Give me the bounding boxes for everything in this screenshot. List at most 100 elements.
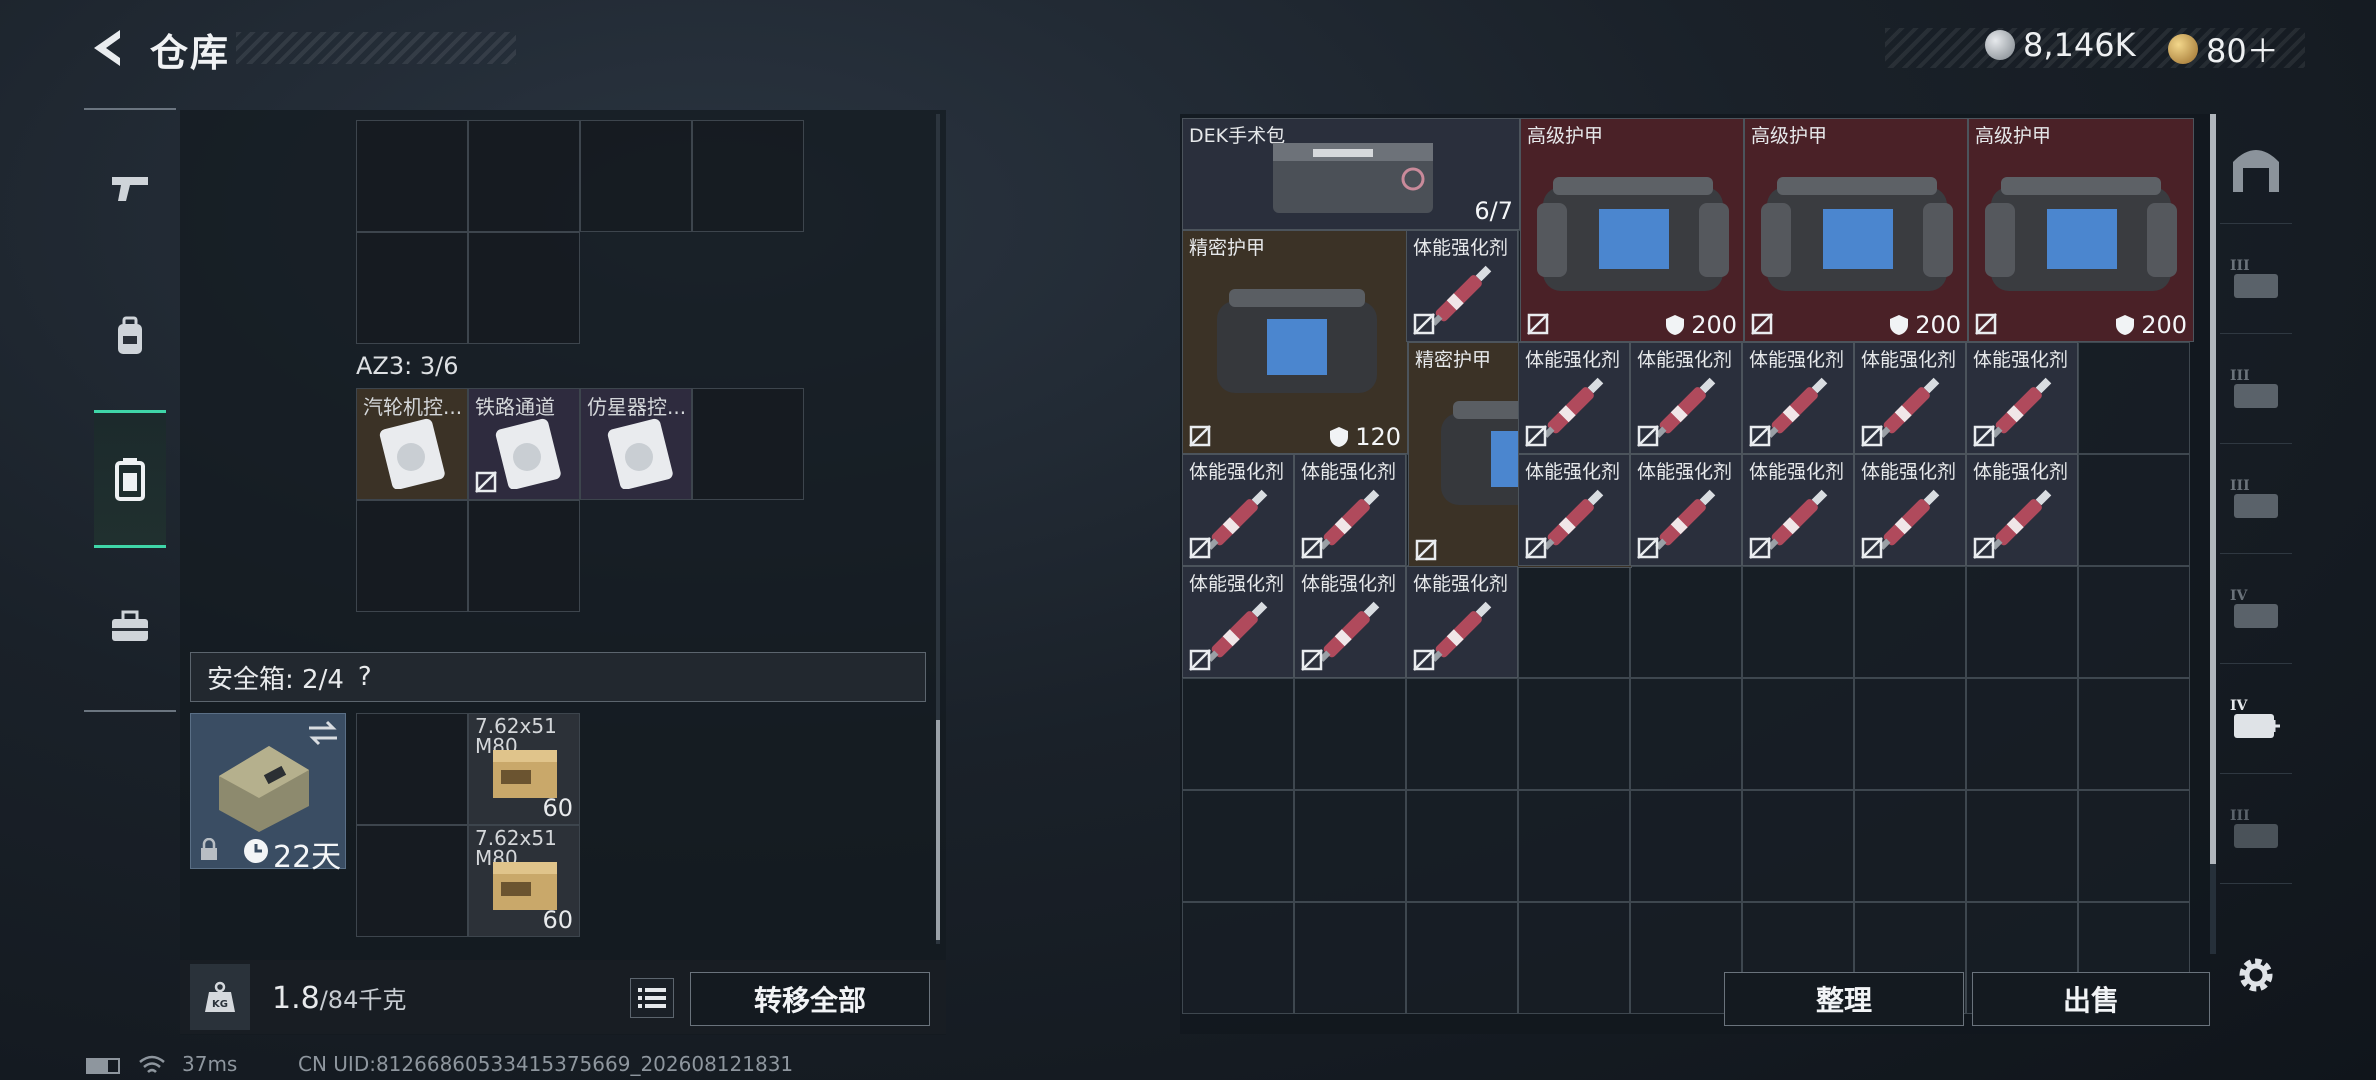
sell-button[interactable]: 出售 xyxy=(1972,972,2210,1026)
no-trade-icon xyxy=(1975,313,1997,335)
safe-box-item[interactable]: 22天 xyxy=(190,713,346,875)
shield-icon xyxy=(2116,315,2135,335)
left-scroll-thumb[interactable] xyxy=(936,720,940,940)
storage-slot[interactable] xyxy=(1742,790,1854,902)
storage-slot[interactable] xyxy=(1966,678,2078,790)
storage-slot[interactable] xyxy=(1406,902,1518,1014)
item-stim[interactable]: 体能强化剂 xyxy=(1406,230,1518,342)
item-stim[interactable]: 体能强化剂 xyxy=(1406,566,1518,678)
item-stim[interactable]: 体能强化剂 xyxy=(1518,342,1630,454)
storage-slot[interactable] xyxy=(2078,342,2190,454)
item-armor-high[interactable]: 高级护甲 200 xyxy=(1520,118,1744,342)
nav-backpack[interactable] xyxy=(94,300,166,372)
nav-weapon[interactable] xyxy=(94,152,166,224)
storage-slot[interactable] xyxy=(2078,566,2190,678)
help-button[interactable]: ? xyxy=(358,662,372,692)
item-dek-surgery-kit[interactable]: DEK手术包 6/7 xyxy=(1182,118,1520,230)
item-slot-railway[interactable]: 铁路通道 xyxy=(468,388,580,500)
container-tab-4a[interactable]: IV xyxy=(2220,554,2292,664)
storage-slot[interactable] xyxy=(2078,678,2190,790)
storage-slot[interactable] xyxy=(1630,678,1742,790)
container-tab-storage[interactable] xyxy=(2220,114,2292,224)
item-stim[interactable]: 体能强化剂 xyxy=(1294,454,1406,566)
item-slot-stellarator[interactable]: 仿星器控... xyxy=(580,388,692,500)
item-armor-high[interactable]: 高级护甲 200 xyxy=(1968,118,2194,342)
grid-slot[interactable] xyxy=(692,120,804,232)
item-stim[interactable]: 体能强化剂 xyxy=(1966,342,2078,454)
storage-slot[interactable] xyxy=(1182,790,1294,902)
storage-slot[interactable] xyxy=(1854,790,1966,902)
container-tab-3d[interactable]: III xyxy=(2220,774,2292,884)
storage-slot[interactable] xyxy=(1518,790,1630,902)
ammo-slot[interactable]: 7.62x51 M80 60 xyxy=(468,825,580,937)
transfer-all-button[interactable]: 转移全部 xyxy=(690,972,930,1026)
item-stim[interactable]: 体能强化剂 xyxy=(1518,454,1630,566)
container-tab-3c[interactable]: III xyxy=(2220,444,2292,554)
storage-slot[interactable] xyxy=(1630,790,1742,902)
grid-slot[interactable] xyxy=(356,232,468,344)
sort-button[interactable]: 整理 xyxy=(1724,972,1964,1026)
storage-slot[interactable] xyxy=(1742,566,1854,678)
grid-slot[interactable] xyxy=(692,388,804,500)
item-stim[interactable]: 体能强化剂 xyxy=(1854,454,1966,566)
storage-slot[interactable] xyxy=(1518,902,1630,1014)
weight-button[interactable]: KG xyxy=(190,964,250,1030)
storage-slot[interactable] xyxy=(1182,678,1294,790)
storage-slot[interactable] xyxy=(1182,902,1294,1014)
ammo-slot[interactable]: 7.62x51 M80 60 xyxy=(468,713,580,825)
item-armor-high[interactable]: 高级护甲 200 xyxy=(1744,118,1968,342)
list-view-button[interactable] xyxy=(630,978,674,1018)
grid-slot[interactable] xyxy=(356,120,468,232)
container-tab-3b[interactable]: III xyxy=(2220,334,2292,444)
item-stim[interactable]: 体能强化剂 xyxy=(1742,454,1854,566)
nav-storage[interactable] xyxy=(94,410,166,548)
storage-slot[interactable] xyxy=(1406,790,1518,902)
grid-slot[interactable] xyxy=(468,500,580,612)
storage-slot[interactable] xyxy=(1742,678,1854,790)
storage-scroll-thumb[interactable] xyxy=(2210,114,2216,864)
no-trade-icon xyxy=(1415,539,1437,561)
grid-slot[interactable] xyxy=(356,500,468,612)
item-stim[interactable]: 体能强化剂 xyxy=(1966,454,2078,566)
item-armor-precise[interactable]: 精密护甲 120 xyxy=(1182,230,1408,454)
storage-slot[interactable] xyxy=(1966,790,2078,902)
item-stim[interactable]: 体能强化剂 xyxy=(1294,566,1406,678)
no-trade-icon xyxy=(1189,649,1211,671)
no-trade-icon xyxy=(1413,313,1435,335)
storage-slot[interactable] xyxy=(1966,566,2078,678)
storage-slot[interactable] xyxy=(2078,454,2190,566)
safe-slot[interactable] xyxy=(356,713,468,825)
storage-slot[interactable] xyxy=(1294,678,1406,790)
item-name: 高级护甲 xyxy=(1751,125,1828,147)
item-name: 高级护甲 xyxy=(1527,125,1604,147)
svg-text:III: III xyxy=(2230,808,2250,824)
storage-slot[interactable] xyxy=(1518,678,1630,790)
item-stim[interactable]: 体能强化剂 xyxy=(1742,342,1854,454)
armor-vest-icon xyxy=(1761,177,1953,291)
item-slot-turbine[interactable]: 汽轮机控... xyxy=(356,388,468,500)
storage-slot[interactable] xyxy=(2078,790,2190,902)
storage-slot[interactable] xyxy=(1854,566,1966,678)
item-stim[interactable]: 体能强化剂 xyxy=(1182,454,1294,566)
safe-slot[interactable] xyxy=(356,825,468,937)
item-stim[interactable]: 体能强化剂 xyxy=(1630,454,1742,566)
grid-slot[interactable] xyxy=(468,232,580,344)
item-name: 精密护甲 xyxy=(1415,349,1492,371)
container-tab-4-medical[interactable]: IV xyxy=(2220,664,2292,774)
item-stim[interactable]: 体能强化剂 xyxy=(1182,566,1294,678)
nav-toolbox[interactable] xyxy=(94,590,166,662)
storage-slot[interactable] xyxy=(1630,566,1742,678)
storage-slot[interactable] xyxy=(1294,902,1406,1014)
wifi-icon xyxy=(139,1055,165,1073)
storage-slot[interactable] xyxy=(1406,678,1518,790)
grid-slot[interactable] xyxy=(468,120,580,232)
back-button[interactable] xyxy=(86,26,126,70)
storage-slot[interactable] xyxy=(1518,566,1630,678)
container-tab-3a[interactable]: III xyxy=(2220,224,2292,334)
item-stim[interactable]: 体能强化剂 xyxy=(1630,342,1742,454)
storage-slot[interactable] xyxy=(1294,790,1406,902)
storage-slot[interactable] xyxy=(1854,678,1966,790)
item-stim[interactable]: 体能强化剂 xyxy=(1854,342,1966,454)
settings-button[interactable] xyxy=(2220,920,2292,1030)
grid-slot[interactable] xyxy=(580,120,692,232)
